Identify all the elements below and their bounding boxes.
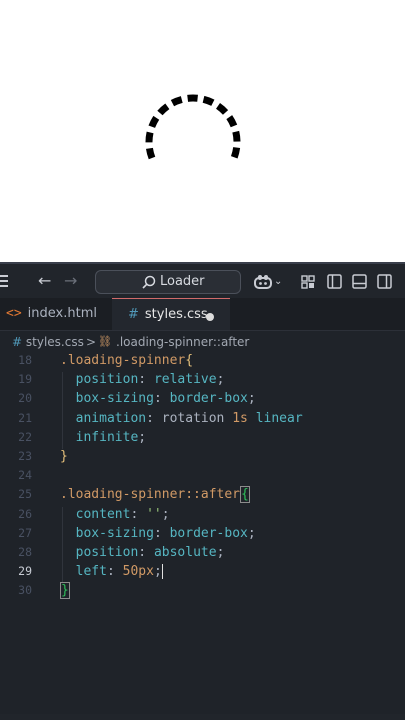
line-number: 22	[18, 429, 32, 444]
forward-arrow-icon[interactable]: →	[64, 273, 77, 289]
tab-label: styles.css	[144, 307, 208, 322]
line-number: 28	[18, 544, 32, 559]
menu-icon[interactable]	[0, 274, 8, 288]
line-number: 21	[18, 410, 32, 425]
code-line-26[interactable]: 26 content: '';	[0, 505, 405, 524]
code-line-28[interactable]: 28 position: absolute;	[0, 543, 405, 562]
text-cursor	[161, 564, 163, 580]
copilot-icon[interactable]	[254, 274, 272, 290]
line-number: 29	[18, 564, 32, 579]
panel-bottom-icon[interactable]	[352, 274, 367, 289]
line-number: 27	[18, 525, 32, 540]
unsaved-dot-icon[interactable]	[206, 313, 214, 321]
code-line-23[interactable]: 23}	[0, 447, 405, 466]
line-number: 24	[18, 468, 32, 483]
search-label: Loader	[160, 274, 205, 289]
editor-tabs: <> index.html # styles.css	[0, 298, 405, 331]
title-bar: ← → Loader ⌄	[0, 262, 405, 298]
tab-index-html[interactable]: <> index.html	[0, 298, 112, 330]
code-line-18[interactable]: 18 .loading-spinner{	[0, 351, 405, 370]
code-line-27[interactable]: 27 box-sizing: border-box;	[0, 524, 405, 543]
code-line-24[interactable]: 24	[0, 466, 405, 485]
layout-icon[interactable]	[301, 275, 315, 289]
command-center-search[interactable]: Loader	[95, 270, 241, 294]
line-number: 23	[18, 448, 32, 463]
search-icon	[142, 275, 156, 289]
loading-spinner	[145, 94, 241, 160]
code-line-19[interactable]: 19 position: relative;	[0, 370, 405, 389]
code-line-20[interactable]: 20 box-sizing: border-box;	[0, 389, 405, 408]
code-line-25[interactable]: 25 .loading-spinner::after{	[0, 485, 405, 504]
browser-preview	[0, 0, 405, 262]
chevron-down-icon[interactable]: ⌄	[274, 274, 282, 290]
code-area[interactable]: 18 .loading-spinner{ 19 position: relativ…	[0, 353, 405, 600]
back-arrow-icon[interactable]: ←	[38, 273, 51, 289]
code-line-21[interactable]: 21 animation: rotation 1s linear	[0, 409, 405, 428]
line-number: 19	[18, 372, 32, 387]
line-number: 18	[18, 353, 32, 367]
line-number: 20	[18, 391, 32, 406]
code-line-22[interactable]: 22 infinite;	[0, 428, 405, 447]
status-bar	[0, 714, 405, 720]
code-editor: ← → Loader ⌄ <> index.html # styles.css …	[0, 262, 405, 720]
tab-label: index.html	[27, 306, 97, 321]
html-file-icon: <>	[6, 306, 22, 321]
css-file-icon: #	[128, 307, 139, 322]
line-number: 30	[18, 583, 32, 598]
sidebar-left-icon[interactable]	[327, 274, 342, 289]
code-line-30[interactable]: 30}	[0, 581, 405, 600]
line-number: 25	[18, 487, 32, 502]
code-line-29[interactable]: 29 left: 50px;	[0, 562, 405, 581]
line-number: 26	[18, 506, 32, 521]
tab-styles-css[interactable]: # styles.css	[112, 298, 230, 330]
sidebar-right-icon[interactable]	[377, 274, 392, 289]
